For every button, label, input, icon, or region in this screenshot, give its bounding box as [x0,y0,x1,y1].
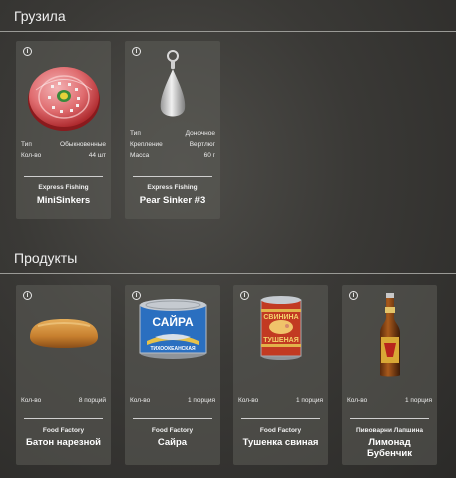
stat-label: Масса [130,152,150,159]
card-divider [24,176,103,177]
stat-row: Крепление Вертлюг [130,139,215,150]
item-name: Сайра [157,437,188,448]
can-label: САЙРА [152,314,194,329]
stat-value: 1 порция [295,397,323,404]
item-card-lemonade[interactable]: i Кол-во 1 порция Пивоварни Лапшина Лимон… [342,285,437,465]
stat-label: Тип [21,141,32,148]
can-label: СВИНИНА [263,314,298,321]
stat-row: Кол-во 1 порция [130,395,215,406]
stat-value: Вертлюг [189,141,215,148]
section-title-products: Продукты [14,250,78,266]
item-card-bread[interactable]: i Кол-во 8 порций Food Factory Батон наре… [16,285,111,465]
item-card-minisinkers[interactable]: i Тип Обыкновенные Кол-во 44 шт Express … [16,41,111,219]
stats-list: Кол-во 1 порция [238,395,323,406]
stat-value: Доночное [185,130,215,137]
stats-list: Кол-во 1 порция [130,395,215,406]
pear-sinker-icon [125,49,220,127]
item-brand: Food Factory [42,427,85,434]
stats-list: Тип Доночное Крепление Вертлюг Масса 60 г [130,128,215,161]
stat-label: Кол-во [238,397,259,404]
item-card-pear-sinker[interactable]: i Тип Доночное Крепление Вертлюг Масса 60 г… [125,41,220,219]
item-brand: Express Fishing [38,184,89,191]
stat-value: 44 шт [88,152,106,159]
section-divider [0,31,456,32]
info-icon[interactable]: i [23,47,32,56]
stat-label: Кол-во [21,152,42,159]
item-name: MiniSinkers [36,195,91,206]
item-name-line-1: Лимонад [368,437,411,448]
item-brand: Пивоварни Лапшина [356,427,423,434]
stat-row: Кол-во 1 порция [238,395,323,406]
bread-loaf-icon [16,313,111,353]
card-divider [350,418,429,419]
item-brand: Food Factory [259,427,302,434]
card-divider [24,418,103,419]
can-sublabel: ТИХООКЕАНСКАЯ [150,346,196,352]
stat-value: 60 г [203,152,215,159]
stat-row: Тип Доночное [130,128,215,139]
item-card-saury[interactable]: i САЙРА ТИХООКЕАНСКАЯ Кол-во 1 порция Foo… [125,285,220,465]
item-name: Pear Sinker #3 [139,195,206,206]
item-card-stewed-pork[interactable]: i СВИНИНА ТУШЕНАЯ Кол-во 1 порция Food Fa… [233,285,328,465]
stat-value: 8 порций [78,397,106,404]
stat-label: Кол-во [21,397,42,404]
lemonade-bottle-icon [342,291,437,379]
stat-label: Кол-во [347,397,368,404]
stat-value: 1 порция [404,397,432,404]
stat-row: Кол-во 44 шт [21,150,106,161]
stat-label: Кол-во [130,397,151,404]
red-mini-sinkers-box-icon [16,57,111,137]
stat-value: Обыкновенные [60,141,106,148]
stat-row: Кол-во 8 порций [21,395,106,406]
stats-list: Тип Обыкновенные Кол-во 44 шт [21,139,106,161]
stat-label: Тип [130,130,141,137]
stats-list: Кол-во 1 порция [347,395,432,406]
stewed-pork-can-icon: СВИНИНА ТУШЕНАЯ [233,293,328,363]
stat-label: Крепление [130,141,163,148]
stat-value: 1 порция [187,397,215,404]
info-icon[interactable]: i [23,291,32,300]
stat-row: Тип Обыкновенные [21,139,106,150]
card-divider [133,418,212,419]
card-divider [133,176,212,177]
item-name: Тушенка свиная [242,437,319,448]
stats-list: Кол-во 8 порций [21,395,106,406]
item-brand: Food Factory [151,427,194,434]
saury-can-icon: САЙРА ТИХООКЕАНСКАЯ [125,295,220,361]
item-name: Батон нарезной [25,437,102,448]
stat-row: Масса 60 г [130,150,215,161]
card-divider [241,418,320,419]
section-divider [0,273,456,274]
item-name-line-2: Бубенчик [367,448,412,459]
item-brand: Express Fishing [147,184,198,191]
section-title-sinkers: Грузила [14,8,66,24]
can-sublabel: ТУШЕНАЯ [263,337,298,344]
stat-row: Кол-во 1 порция [347,395,432,406]
